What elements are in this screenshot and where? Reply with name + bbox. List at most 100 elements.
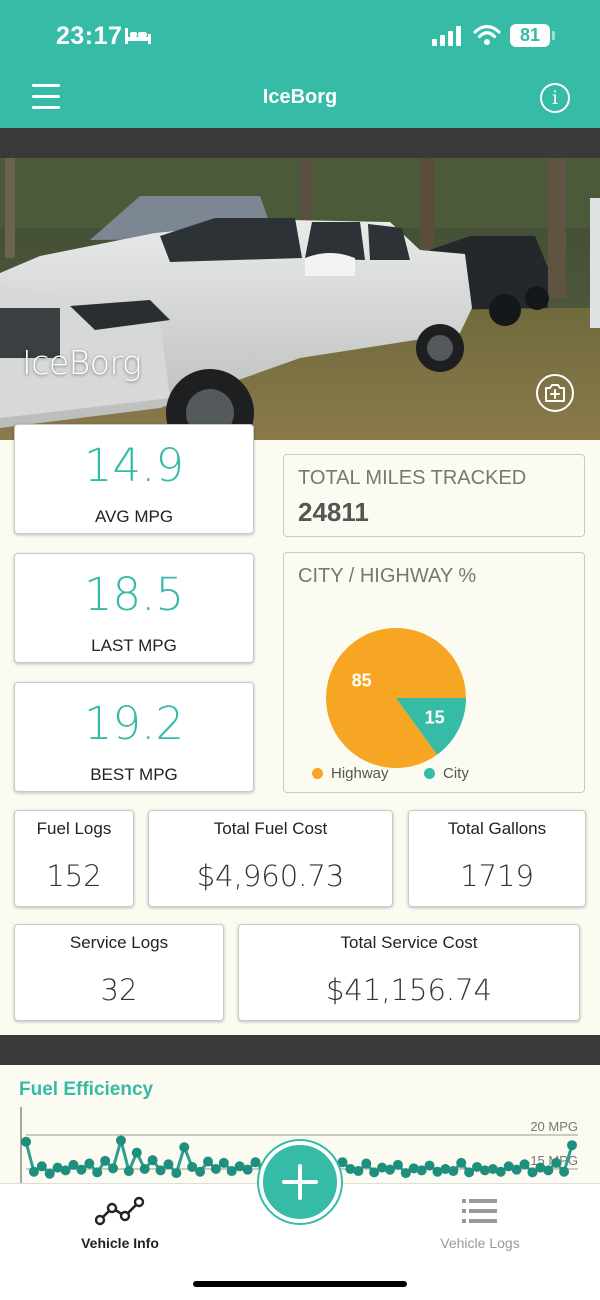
best-mpg-label: BEST MPG (90, 765, 178, 784)
data-point[interactable] (210, 1164, 221, 1174)
total-service-cost-card: Total Service Cost $41,156.74 (238, 924, 580, 1021)
status-time: 23:17 (56, 22, 123, 50)
data-point[interactable] (163, 1159, 174, 1170)
highway-legend-dot (312, 768, 323, 779)
battery-tip (552, 31, 555, 40)
avg-mpg-card: 14.9 AVG MPG (14, 424, 254, 534)
data-point[interactable] (155, 1165, 166, 1176)
avg-mpg-value: 14.9 (83, 439, 185, 492)
data-point[interactable] (567, 1140, 577, 1151)
data-point[interactable] (92, 1167, 103, 1178)
data-point[interactable] (353, 1166, 364, 1177)
city-legend-dot (424, 768, 435, 779)
nav-vehicle-logs-label: Vehicle Logs (440, 1235, 520, 1251)
total-fuel-cost-value: $4,960.73 (196, 859, 345, 893)
fuel-efficiency-title: Fuel Efficiency (19, 1079, 154, 1100)
data-point[interactable] (218, 1157, 229, 1168)
data-point[interactable] (76, 1164, 87, 1175)
data-point[interactable] (543, 1165, 554, 1176)
change-photo-button[interactable] (536, 374, 574, 412)
bed-icon (125, 28, 151, 44)
legend-highway: Highway (312, 765, 389, 782)
data-point[interactable] (131, 1147, 142, 1158)
ref-line-20-label: 20 MPG (530, 1119, 578, 1134)
data-point[interactable] (456, 1157, 467, 1168)
legend-city: City (424, 765, 469, 782)
data-point[interactable] (242, 1164, 253, 1175)
nav-vehicle-info[interactable]: Vehicle Info (60, 1196, 180, 1251)
data-point[interactable] (361, 1158, 372, 1169)
page-title: IceBorg (262, 86, 338, 108)
data-point[interactable] (392, 1159, 403, 1170)
data-point[interactable] (171, 1168, 182, 1179)
city-legend-label: City (443, 765, 469, 782)
add-log-button[interactable] (259, 1141, 341, 1223)
city-highway-pie-chart: 85 15 (326, 628, 466, 768)
total-fuel-cost-card: Total Fuel Cost $4,960.73 (148, 810, 393, 907)
app-header: IceBorg i (0, 70, 600, 128)
data-point[interactable] (337, 1157, 348, 1168)
data-point[interactable] (21, 1136, 31, 1147)
total-gallons-value: 1719 (460, 859, 534, 893)
list-icon (462, 1199, 497, 1223)
vehicle-photo-illustration (0, 158, 600, 440)
home-indicator (193, 1281, 407, 1287)
nav-vehicle-info-label: Vehicle Info (81, 1235, 159, 1251)
city-highway-label: CITY / HIGHWAY % (298, 565, 477, 587)
best-mpg-card: 19.2 BEST MPG (14, 682, 254, 792)
pie-label-highway: 85 (352, 671, 372, 691)
plus-icon (282, 1164, 318, 1200)
data-point[interactable] (108, 1163, 119, 1174)
total-gallons-card: Total Gallons 1719 (408, 810, 586, 907)
fuel-logs-value: 152 (46, 859, 102, 893)
data-point[interactable] (424, 1160, 435, 1171)
total-miles-label: TOTAL MILES TRACKED (298, 467, 527, 489)
total-gallons-label: Total Gallons (447, 819, 547, 838)
data-point[interactable] (559, 1166, 570, 1177)
last-mpg-label: LAST MPG (91, 636, 177, 655)
city-highway-panel: CITY / HIGHWAY % 85 15 Highway City (283, 552, 585, 793)
data-point[interactable] (519, 1159, 530, 1170)
status-bar: 23:17 81 (0, 0, 600, 70)
battery-indicator: 81 (510, 24, 550, 47)
last-mpg-value: 18.5 (83, 568, 185, 621)
fuel-logs-card[interactable]: Fuel Logs 152 (14, 810, 134, 907)
vehicle-name: IceBorg (22, 343, 142, 382)
data-point[interactable] (147, 1155, 158, 1166)
fuel-logs-label: Fuel Logs (36, 819, 112, 838)
pie-label-city: 15 (425, 708, 445, 728)
data-point[interactable] (84, 1158, 95, 1169)
data-point[interactable] (115, 1135, 126, 1146)
data-point[interactable] (195, 1166, 206, 1177)
service-logs-card[interactable]: Service Logs 32 (14, 924, 224, 1021)
total-miles-value: 24811 (298, 497, 369, 527)
last-mpg-card: 18.5 LAST MPG (14, 553, 254, 663)
total-miles-panel: TOTAL MILES TRACKED 24811 (283, 454, 585, 537)
best-mpg-value: 19.2 (83, 697, 185, 750)
data-point[interactable] (139, 1164, 150, 1174)
total-fuel-cost-label: Total Fuel Cost (213, 819, 328, 838)
data-point[interactable] (448, 1166, 459, 1177)
service-logs-value: 32 (100, 973, 138, 1007)
total-service-cost-label: Total Service Cost (340, 933, 478, 952)
data-point[interactable] (44, 1168, 55, 1179)
line-chart-icon (94, 1196, 145, 1226)
avg-mpg-label: AVG MPG (94, 507, 174, 526)
divider-band (0, 128, 600, 158)
data-point[interactable] (551, 1157, 562, 1168)
data-point[interactable] (123, 1166, 134, 1177)
highway-legend-label: Highway (331, 765, 389, 782)
data-point[interactable] (203, 1156, 213, 1167)
data-point[interactable] (100, 1155, 111, 1166)
info-icon[interactable]: i (540, 83, 570, 113)
wifi-icon (473, 24, 501, 45)
camera-add-icon (545, 384, 565, 402)
data-point[interactable] (179, 1142, 190, 1153)
vehicle-photo: IceBorg (0, 158, 600, 440)
divider-band (0, 1035, 600, 1065)
service-logs-label: Service Logs (69, 933, 169, 952)
nav-vehicle-logs[interactable]: Vehicle Logs (420, 1196, 540, 1251)
cellular-signal-icon (432, 26, 461, 46)
data-point[interactable] (36, 1161, 47, 1172)
total-service-cost-value: $41,156.74 (325, 973, 493, 1007)
